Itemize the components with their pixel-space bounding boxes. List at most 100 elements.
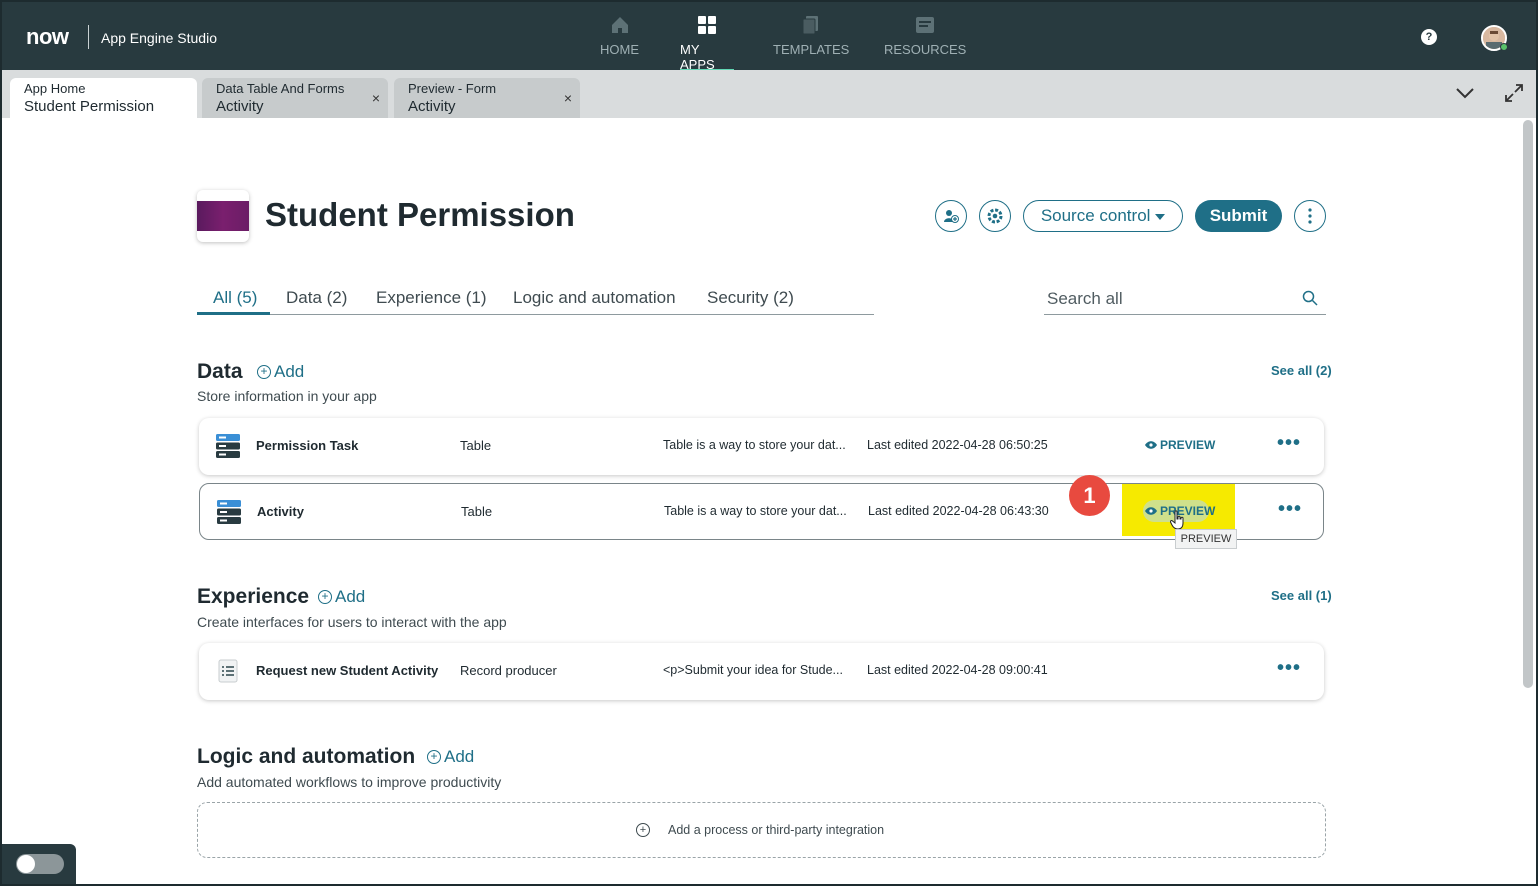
preview-tooltip: PREVIEW — [1175, 529, 1237, 549]
data-section-description: Store information in your app — [197, 388, 377, 404]
app-thumbnail — [197, 190, 249, 242]
eye-icon — [1145, 507, 1157, 515]
expand-icon[interactable] — [1504, 83, 1524, 103]
database-icon — [217, 500, 241, 524]
tab-experience[interactable]: Experience (1) — [376, 288, 487, 308]
table-row[interactable]: Request new Student Activity Record prod… — [199, 643, 1324, 700]
toggle-knob — [17, 855, 35, 873]
nav-my-apps-label: MY APPS — [680, 42, 715, 72]
servicenow-logo[interactable]: now — [26, 24, 69, 50]
active-tab-indicator — [197, 312, 270, 315]
row-last-edited: Last edited 2022-04-28 06:43:30 — [868, 504, 1049, 518]
logic-section-title: Logic and automation — [197, 745, 416, 768]
plus-circle-icon: + — [318, 590, 332, 604]
submit-button[interactable]: Submit — [1195, 200, 1282, 232]
plus-circle-icon: + — [636, 823, 650, 837]
tab-data-table-and-forms[interactable]: Data Table And Forms Activity × — [202, 78, 388, 118]
preview-button[interactable]: PREVIEW — [1145, 438, 1215, 452]
row-last-edited: Last edited 2022-04-28 06:50:25 — [867, 438, 1048, 452]
collaborators-button[interactable] — [935, 200, 967, 232]
preview-label: PREVIEW — [1160, 438, 1216, 452]
tab-app-home[interactable]: App Home Student Permission — [10, 78, 197, 118]
nav-home-label: HOME — [600, 42, 639, 57]
settings-button[interactable] — [979, 200, 1011, 232]
nav-my-apps[interactable]: MY APPS — [680, 14, 734, 72]
add-process-dropzone[interactable]: + Add a process or third-party integrati… — [197, 802, 1326, 858]
chevron-down-icon[interactable] — [1455, 86, 1475, 100]
home-icon — [611, 17, 628, 33]
tab-title: Student Permission — [24, 98, 155, 115]
workspace-tab-strip: App Home Student Permission Data Table A… — [0, 70, 1538, 118]
add-logic-button[interactable]: + Add — [427, 747, 474, 767]
tab-subtitle: Data Table And Forms — [216, 81, 345, 96]
toggle-switch[interactable] — [16, 854, 64, 874]
form-document-icon — [218, 659, 238, 683]
row-description: Table is a way to store your dat... — [663, 438, 846, 452]
experience-section-title: Experience — [197, 585, 310, 608]
nav-templates[interactable]: TEMPLATES — [773, 14, 849, 72]
plus-circle-icon: + — [257, 365, 271, 379]
tab-logic-and-automation[interactable]: Logic and automation — [513, 288, 676, 308]
preview-label: PREVIEW — [1160, 504, 1216, 518]
caret-down-icon — [1155, 214, 1166, 220]
data-section-title: Data — [197, 360, 243, 383]
hand-cursor-icon — [1170, 510, 1184, 530]
app-thumbnail-image — [197, 201, 249, 231]
search-icon[interactable] — [1302, 290, 1318, 306]
online-status-dot — [1500, 43, 1508, 51]
nav-templates-label: TEMPLATES — [773, 42, 850, 57]
row-more-icon[interactable]: ••• — [1277, 657, 1301, 680]
tab-subtitle: App Home — [24, 81, 86, 96]
vertical-ellipsis-icon — [1308, 208, 1312, 224]
row-name[interactable]: Request new Student Activity — [256, 663, 438, 678]
see-all-data-link[interactable]: See all (2) — [1271, 363, 1332, 378]
add-label: Add — [335, 587, 366, 606]
tab-security[interactable]: Security (2) — [707, 288, 794, 308]
tab-data[interactable]: Data (2) — [286, 288, 347, 308]
table-row[interactable]: Permission Task Table Table is a way to … — [199, 418, 1324, 475]
tab-subtitle: Preview - Form — [408, 81, 497, 96]
add-data-button[interactable]: + Add — [257, 362, 304, 382]
page-title: Student Permission — [265, 196, 575, 233]
experience-section-description: Create interfaces for users to interact … — [197, 614, 507, 630]
row-type: Table — [460, 438, 492, 453]
add-process-label: Add a process or third-party integration — [668, 823, 885, 837]
row-name[interactable]: Activity — [257, 504, 304, 519]
plus-circle-icon: + — [427, 750, 441, 764]
row-last-edited: Last edited 2022-04-28 09:00:41 — [867, 663, 1048, 677]
tab-all[interactable]: All (5) — [213, 288, 257, 308]
tab-title: Activity — [408, 98, 456, 115]
row-more-icon[interactable]: ••• — [1278, 498, 1302, 521]
tab-preview-form[interactable]: Preview - Form Activity × — [394, 78, 580, 118]
top-navigation-bar: now App Engine Studio HOME MY APPS TEMPL… — [0, 0, 1538, 72]
nav-resources-label: RESOURCES — [884, 42, 967, 57]
close-icon[interactable]: × — [564, 90, 572, 106]
row-type: Record producer — [460, 663, 557, 678]
gear-icon — [987, 208, 1003, 224]
row-type: Table — [461, 504, 493, 519]
step-badge: 1 — [1069, 475, 1110, 516]
add-experience-button[interactable]: + Add — [318, 587, 365, 607]
source-control-dropdown[interactable]: Source control — [1023, 200, 1183, 232]
tab-title: Activity — [216, 98, 264, 115]
filter-tabs: All (5) Data (2) Experience (1) Logic an… — [197, 280, 874, 315]
nav-resources[interactable]: RESOURCES — [884, 14, 966, 72]
source-control-label: Source control — [1040, 206, 1151, 225]
logo-divider — [88, 25, 89, 49]
row-description: Table is a way to store your dat... — [664, 504, 847, 518]
more-actions-button[interactable] — [1294, 200, 1326, 232]
user-add-icon — [944, 210, 959, 223]
close-icon[interactable]: × — [372, 90, 380, 106]
vertical-scrollbar[interactable] — [1523, 120, 1533, 688]
see-all-experience-link[interactable]: See all (1) — [1271, 588, 1332, 603]
theme-toggle-panel — [2, 844, 76, 884]
search-input[interactable]: Search all — [1044, 284, 1326, 315]
nav-home[interactable]: HOME — [600, 14, 639, 72]
help-icon[interactable]: ? — [1421, 29, 1437, 45]
logic-section-description: Add automated workflows to improve produ… — [197, 774, 502, 790]
templates-icon — [802, 16, 819, 35]
add-label: Add — [274, 362, 305, 381]
row-name[interactable]: Permission Task — [256, 438, 358, 453]
row-more-icon[interactable]: ••• — [1277, 432, 1301, 455]
add-label: Add — [444, 747, 475, 766]
